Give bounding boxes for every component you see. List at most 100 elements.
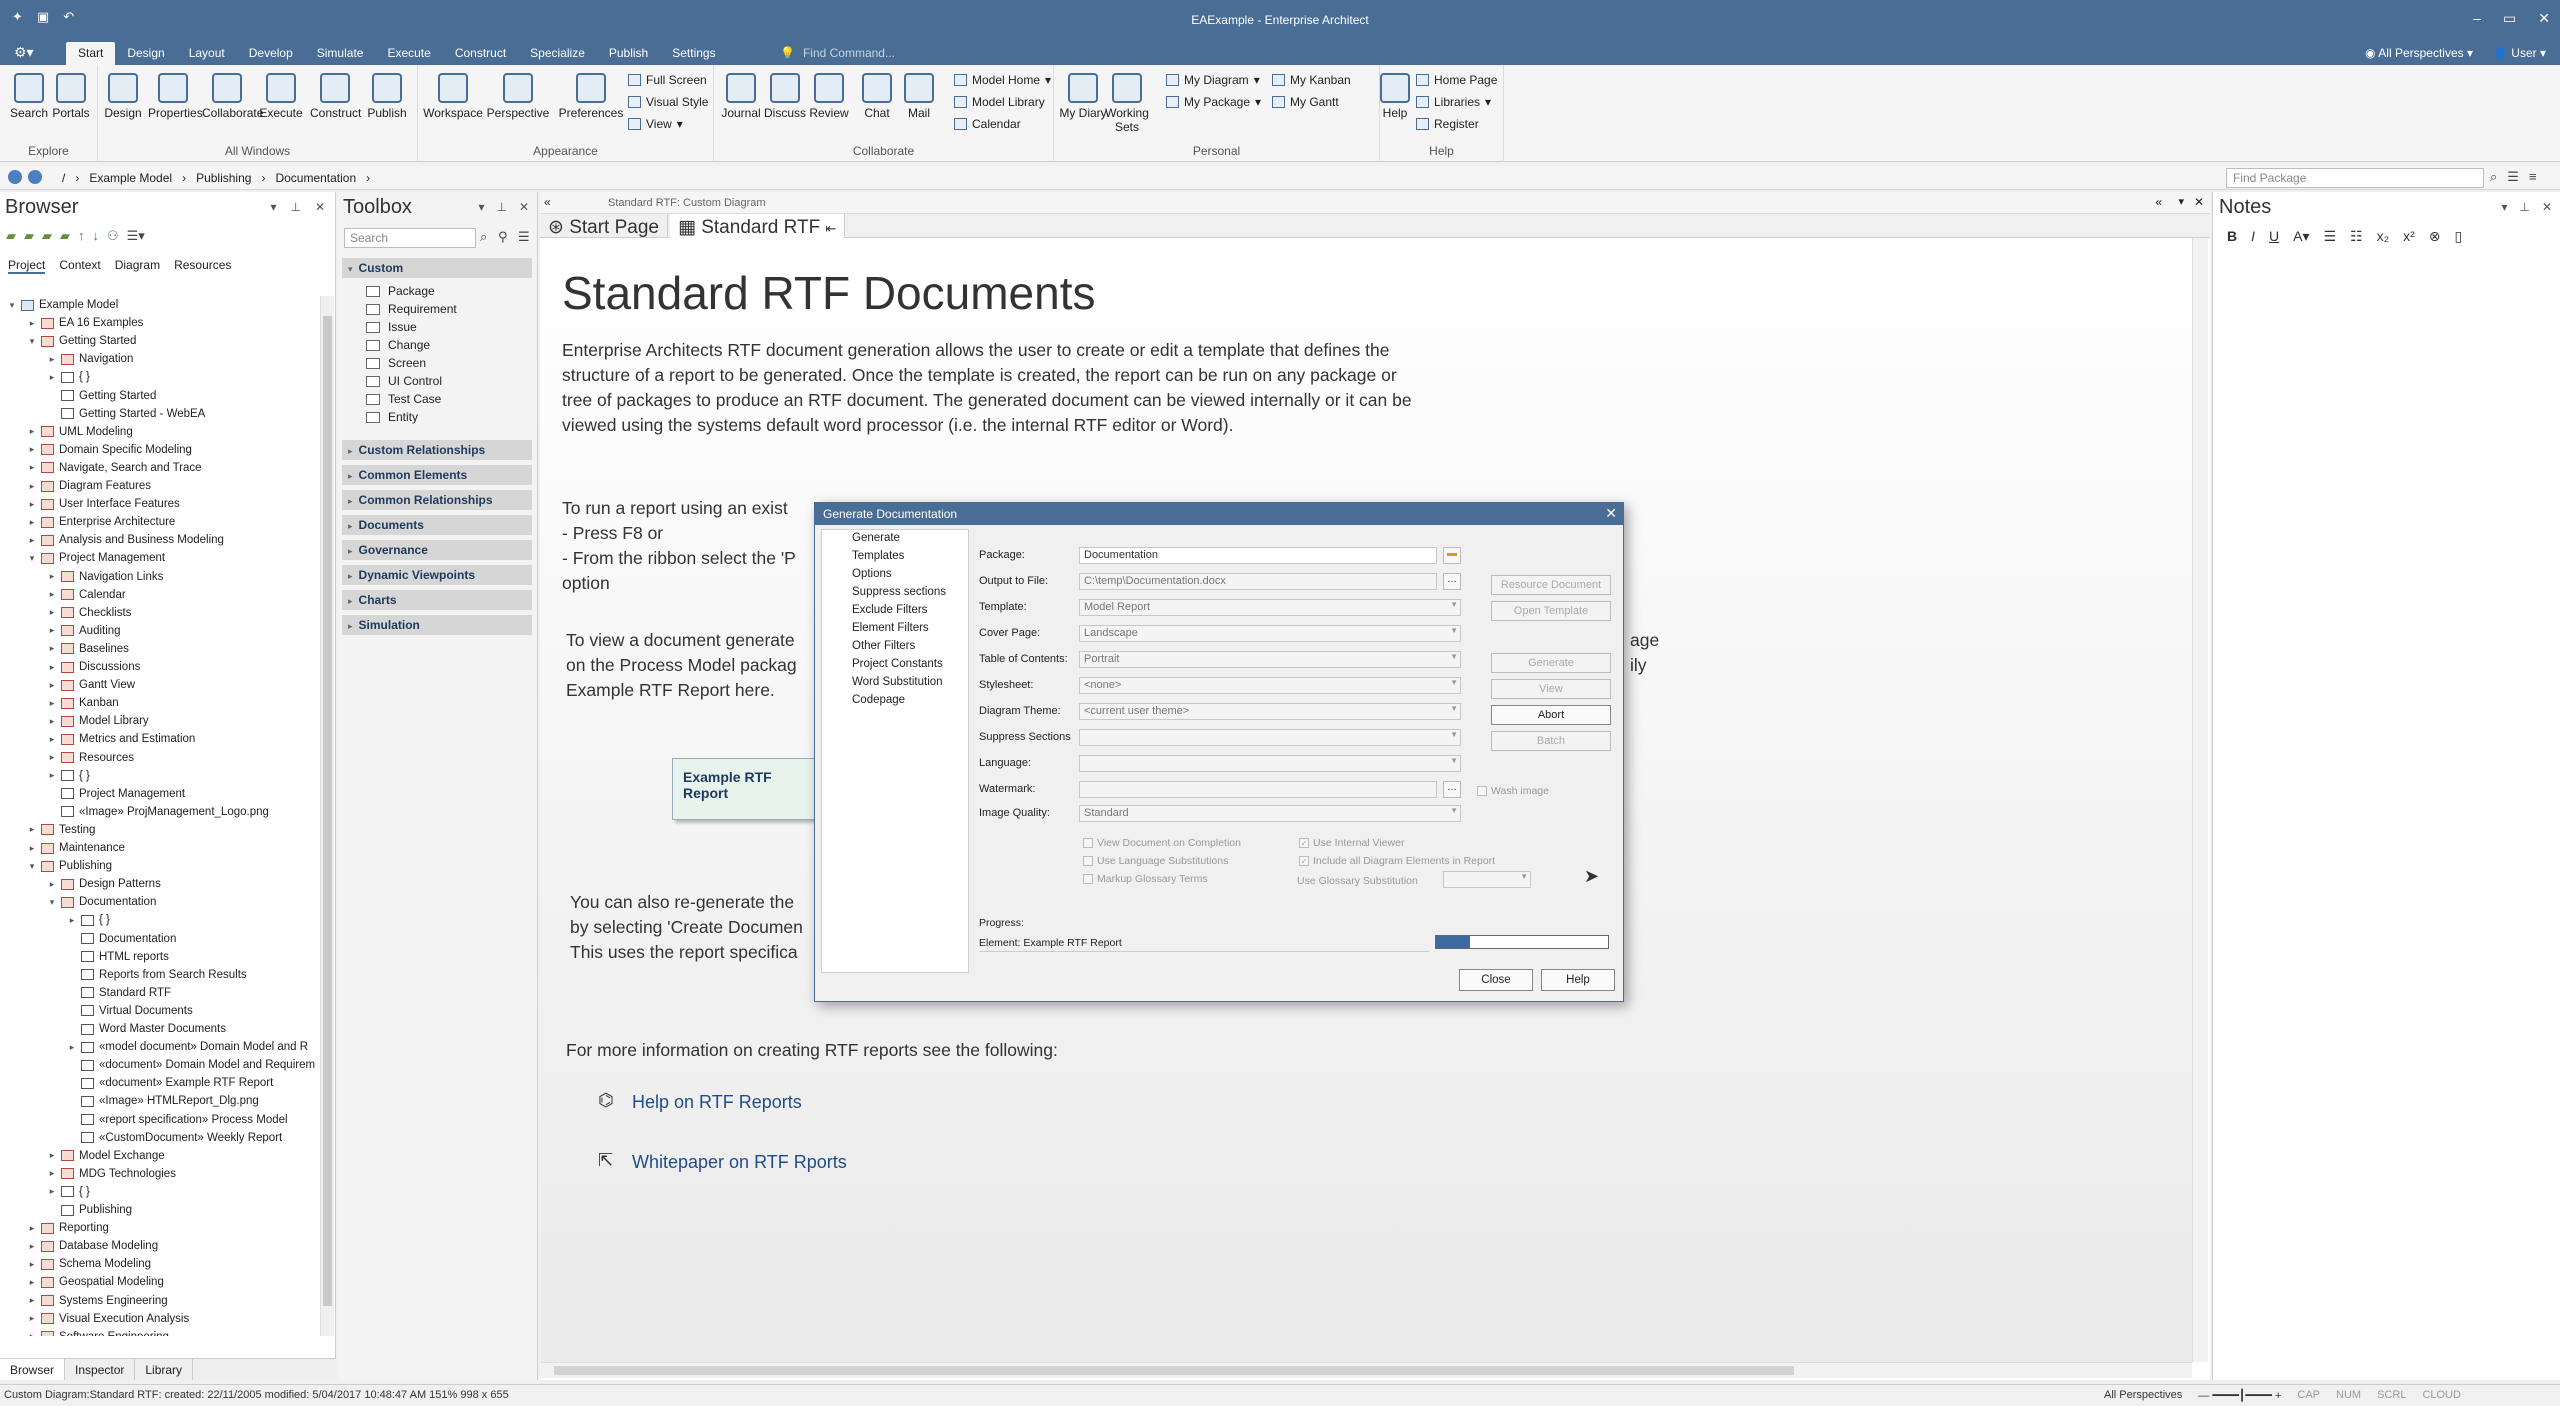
whitepaper-link[interactable]: Whitepaper on RTF Rports xyxy=(632,1152,847,1173)
toolbox-section-governance[interactable]: ▸ Governance xyxy=(342,540,532,560)
restore-icon[interactable]: ▭ xyxy=(2503,10,2516,27)
tree-item[interactable]: ▸ Reporting xyxy=(26,1219,109,1237)
browser-subtab-project[interactable]: Project xyxy=(8,258,46,274)
include-all-elements-checkbox[interactable]: ✓ Include all Diagram Elements in Report xyxy=(1299,855,1495,867)
dialog-nav-word-substitution[interactable]: Word Substitution xyxy=(852,676,943,688)
collapsed-icon[interactable]: ▸ xyxy=(26,1241,38,1252)
collapsed-icon[interactable]: ▸ xyxy=(46,1168,58,1179)
open-template-button[interactable]: Open Template xyxy=(1491,601,1611,621)
perspectives-button[interactable]: ◉ All Perspectives ▾ xyxy=(2365,46,2473,60)
breadcrumb-item[interactable]: Publishing xyxy=(196,171,251,185)
canvas-horizontal-scrollbar[interactable] xyxy=(540,1362,2192,1378)
list-icon[interactable]: ☰ xyxy=(2507,169,2519,185)
dropdown-icon[interactable]: ▾ xyxy=(2501,200,2507,214)
collapsed-icon[interactable]: ▸ xyxy=(26,1223,38,1234)
tree-item[interactable]: ▸ Maintenance xyxy=(26,839,125,857)
glossary-substitution-select[interactable]: ▼ xyxy=(1443,871,1531,888)
tree-item[interactable]: ▸ Geospatial Modeling xyxy=(26,1273,164,1291)
portals-button[interactable]: Portals xyxy=(46,73,96,120)
workspace-button[interactable]: Workspace xyxy=(422,73,484,120)
markup-glossary-checkbox[interactable]: Markup Glossary Terms xyxy=(1083,873,1208,885)
tree-item[interactable]: Word Master Documents xyxy=(66,1020,226,1038)
tree-item[interactable]: ▸ Analysis and Business Modeling xyxy=(26,531,224,549)
collapsed-icon[interactable]: ▸ xyxy=(46,752,58,763)
tree-item[interactable]: ▸ Navigation xyxy=(46,350,134,368)
tree-item[interactable]: Publishing xyxy=(46,1201,132,1219)
close-icon[interactable]: ✕ xyxy=(315,200,325,214)
theme-select[interactable]: <current user theme> ▼ xyxy=(1079,703,1461,720)
toolbox-item-screen[interactable]: Screen xyxy=(366,356,426,370)
example-rtf-report-element[interactable]: Example RTF Report xyxy=(672,758,822,820)
execute-button[interactable]: Execute xyxy=(256,73,306,120)
tab-layout[interactable]: Layout xyxy=(177,42,237,65)
browse-watermark-button[interactable]: … xyxy=(1443,781,1461,798)
tree-item[interactable]: ▸ Baselines xyxy=(46,640,129,658)
tree-item[interactable]: ▸ Checklists xyxy=(46,604,132,622)
tree-item[interactable]: ▸ Design Patterns xyxy=(46,875,161,893)
toolbox-item-entity[interactable]: Entity xyxy=(366,410,418,424)
tab-settings[interactable]: Settings xyxy=(660,42,727,65)
underline-icon[interactable]: U xyxy=(2269,228,2279,245)
help-rtf-link[interactable]: Help on RTF Reports xyxy=(632,1092,802,1113)
back-icon[interactable] xyxy=(8,170,22,184)
toolbox-section-custom-relationships[interactable]: ▸ Custom Relationships xyxy=(342,440,532,460)
collapsed-icon[interactable]: ▸ xyxy=(26,535,38,546)
calendar-button[interactable]: Calendar xyxy=(954,117,1021,131)
tab-execute[interactable]: Execute xyxy=(375,42,442,65)
collapsed-icon[interactable]: ▸ xyxy=(46,643,58,654)
tree-item[interactable]: Getting Started xyxy=(46,387,156,405)
collapsed-icon[interactable]: ▸ xyxy=(26,499,38,510)
browser-subtab-context[interactable]: Context xyxy=(59,258,100,274)
my-kanban-button[interactable]: My Kanban xyxy=(1272,73,1351,87)
my-diary-button[interactable]: My Diary xyxy=(1058,73,1108,120)
tree-item[interactable]: ▸ User Interface Features xyxy=(26,495,180,513)
properties-icon[interactable]: ⚇ xyxy=(107,228,119,244)
expanded-icon[interactable]: ▾ xyxy=(26,336,38,347)
tree-item[interactable]: Standard RTF xyxy=(66,984,171,1002)
tab-start-page[interactable]: ⊛ Start Page xyxy=(540,214,668,238)
wash-image-checkbox[interactable]: Wash image xyxy=(1477,785,1549,797)
collapsed-icon[interactable]: ▸ xyxy=(46,698,58,709)
abort-button[interactable]: Abort xyxy=(1491,705,1611,725)
toolbox-section-custom[interactable]: ▾ Custom xyxy=(342,258,532,278)
collapsed-icon[interactable]: ▸ xyxy=(26,1277,38,1288)
collapsed-icon[interactable]: ▸ xyxy=(46,571,58,582)
package-field[interactable]: Documentation xyxy=(1079,547,1437,564)
dialog-nav-options[interactable]: Options xyxy=(852,568,892,580)
collapsed-icon[interactable]: ▸ xyxy=(46,1186,58,1197)
dialog-nav-codepage[interactable]: Codepage xyxy=(852,694,905,706)
tree-item[interactable]: ▸ Software Engineering xyxy=(26,1328,169,1336)
document-icon[interactable]: ▯ xyxy=(2454,228,2462,245)
journal-button[interactable]: Journal xyxy=(716,73,766,120)
tree-item[interactable]: «document» Domain Model and Requirem xyxy=(66,1056,315,1074)
toolbox-section-documents[interactable]: ▸ Documents xyxy=(342,515,532,535)
tree-item[interactable]: ▸ { } xyxy=(66,911,110,929)
tree-item[interactable]: ▸ Navigate, Search and Trace xyxy=(26,459,202,477)
suppress-select[interactable]: ▼ xyxy=(1079,729,1461,746)
tree-item[interactable]: ▾ Publishing xyxy=(26,857,112,875)
template-select[interactable]: Model Report ▼ xyxy=(1079,599,1461,616)
tab-publish[interactable]: Publish xyxy=(597,42,660,65)
collapsed-icon[interactable]: ▸ xyxy=(26,462,38,473)
visual-style-button[interactable]: Visual Style xyxy=(628,95,708,109)
close-icon[interactable]: ✕ xyxy=(2194,195,2204,209)
tree-item[interactable]: Project Management xyxy=(46,785,185,803)
menu-icon[interactable]: ☰ xyxy=(518,229,530,245)
tab-simulate[interactable]: Simulate xyxy=(305,42,376,65)
new-folder-icon[interactable]: ▰ xyxy=(24,228,34,244)
review-button[interactable]: Review xyxy=(804,73,854,120)
my-gantt-button[interactable]: My Gantt xyxy=(1272,95,1339,109)
superscript-icon[interactable]: x² xyxy=(2403,228,2415,245)
toolbox-item-test-case[interactable]: Test Case xyxy=(366,392,441,406)
collapsed-icon[interactable]: ▸ xyxy=(46,1150,58,1161)
bottom-tab-inspector[interactable]: Inspector xyxy=(65,1359,136,1380)
subscript-icon[interactable]: x₂ xyxy=(2377,228,2389,245)
quality-select[interactable]: Standard ▼ xyxy=(1079,805,1461,822)
tree-item[interactable]: ▸ { } xyxy=(46,1183,90,1201)
find-icon[interactable]: ⚲ xyxy=(498,229,508,245)
batch-button[interactable]: Batch xyxy=(1491,731,1611,751)
tree-item[interactable]: ▸ Testing xyxy=(26,821,96,839)
view-button[interactable]: View ▾ xyxy=(628,117,683,131)
collapse-left-icon[interactable]: « xyxy=(544,195,551,209)
tree-item[interactable]: «report specification» Process Model xyxy=(66,1111,288,1129)
